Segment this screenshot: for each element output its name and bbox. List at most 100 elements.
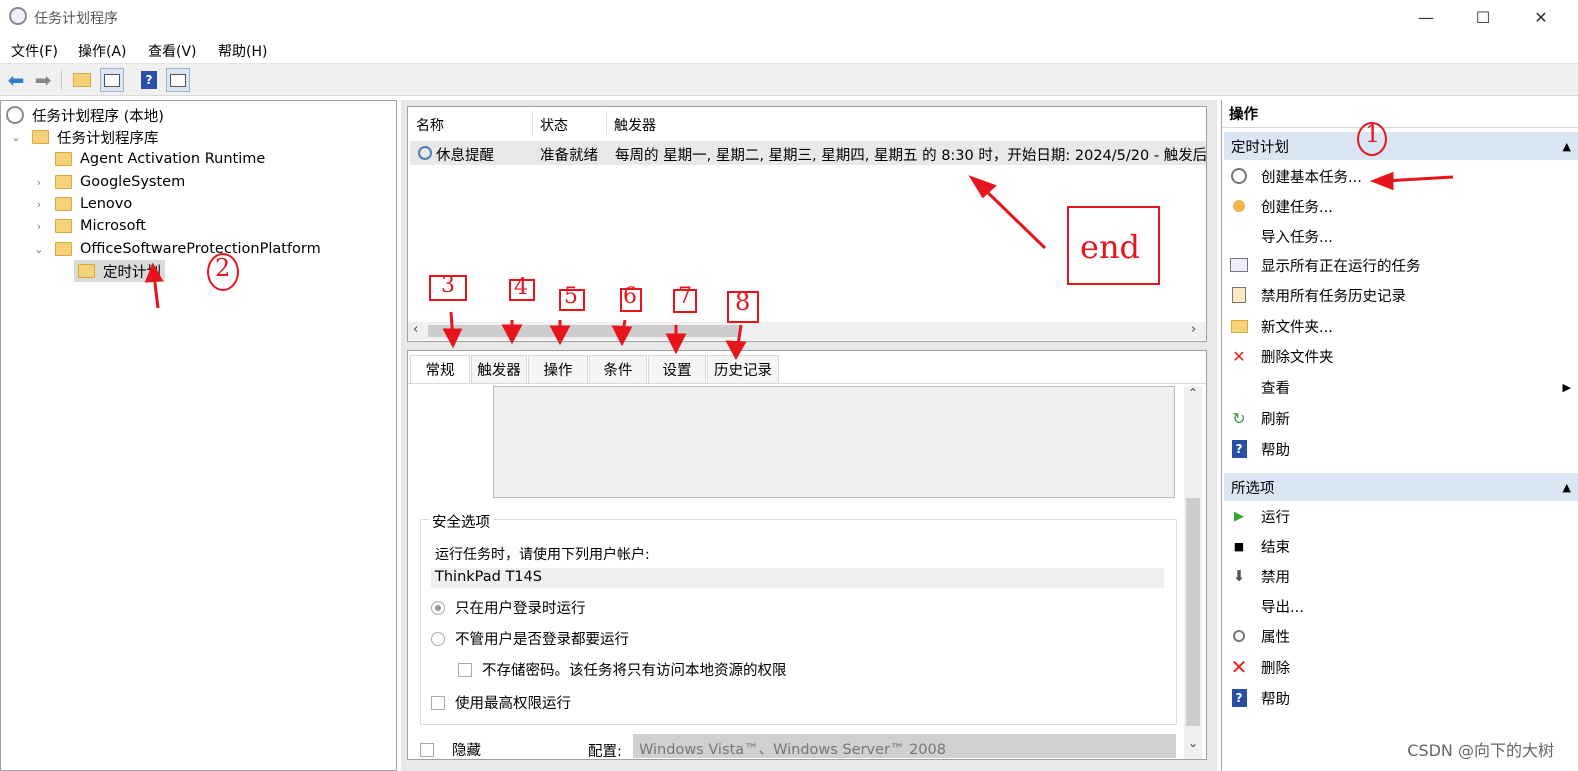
section-header-scheduled[interactable]: 定时计划 ▲ xyxy=(1224,132,1578,160)
section-header-selected[interactable]: 所选项 ▲ xyxy=(1224,473,1578,501)
folder-icon xyxy=(55,242,72,256)
menu-view[interactable]: 查看(V) xyxy=(148,41,197,61)
scroll-up-icon[interactable]: ⌃ xyxy=(1188,386,1198,400)
action-create-task[interactable]: 创建任务... xyxy=(1222,192,1577,220)
action-delete[interactable]: ✕ 删除 xyxy=(1222,653,1577,681)
tab-history[interactable]: 历史记录 xyxy=(707,355,779,383)
action-label: 禁用所有任务历史记录 xyxy=(1261,288,1406,305)
action-label: 导出... xyxy=(1261,599,1304,616)
action-show-running[interactable]: 显示所有正在运行的任务 xyxy=(1222,251,1577,279)
tab-general[interactable]: 常规 xyxy=(410,355,470,383)
tree-item-agent-activation-runtime[interactable]: Agent Activation Runtime xyxy=(55,148,265,170)
tab-conditions[interactable]: 条件 xyxy=(589,355,647,383)
tree-item-officesoftwareprotectionplatform[interactable]: ⌄ OfficeSoftwareProtectionPlatform xyxy=(33,238,320,260)
checkbox-label: 隐藏 xyxy=(452,743,481,759)
menu-help[interactable]: 帮助(H) xyxy=(218,41,267,61)
show-action-pane-icon[interactable] xyxy=(166,68,190,92)
action-end[interactable]: ■ 结束 xyxy=(1222,532,1577,560)
tree-item-googlesystem[interactable]: › GoogleSystem xyxy=(33,171,185,193)
action-label: 运行 xyxy=(1261,509,1290,526)
delete-icon: ✕ xyxy=(1232,346,1246,366)
collapse-icon[interactable]: ▲ xyxy=(1563,140,1571,153)
tree-library[interactable]: ⌄ 任务计划程序库 xyxy=(10,126,159,148)
tree-item-lenovo[interactable]: › Lenovo xyxy=(33,193,132,215)
radio-run-whether-logged[interactable]: 不管用户是否登录都要运行 xyxy=(431,628,629,649)
radio-button[interactable] xyxy=(431,631,445,646)
action-create-basic-task[interactable]: 创建基本任务... xyxy=(1222,162,1577,190)
chevron-down-icon[interactable]: ⌄ xyxy=(33,243,45,256)
forward-arrow-icon[interactable]: ➡ xyxy=(31,68,55,92)
tree-item-selected[interactable]: 定时计划 xyxy=(74,260,165,282)
create-basic-task-icon xyxy=(1229,167,1249,185)
action-properties[interactable]: 属性 xyxy=(1222,622,1577,650)
chevron-right-icon[interactable]: › xyxy=(33,176,45,189)
config-select[interactable]: Windows Vista™、Windows Server™ 2008 xyxy=(633,734,1176,758)
checkbox[interactable] xyxy=(420,742,434,757)
security-options-group: 安全选项 运行任务时，请使用下列用户帐户: ThinkPad T14S 只在用户… xyxy=(420,511,1177,725)
chevron-down-icon[interactable]: ⌄ xyxy=(10,131,22,144)
checkbox[interactable] xyxy=(431,695,445,710)
scroll-thumb[interactable] xyxy=(428,325,740,337)
running-tasks-icon xyxy=(1229,256,1249,274)
toolbar-separator xyxy=(61,70,62,90)
action-new-folder[interactable]: 新文件夹... xyxy=(1222,312,1577,340)
checkbox-hidden[interactable]: 隐藏 xyxy=(420,739,481,759)
action-label: 显示所有正在运行的任务 xyxy=(1261,258,1421,275)
scroll-thumb[interactable] xyxy=(1186,498,1200,726)
radio-button[interactable] xyxy=(431,600,445,615)
menu-action[interactable]: 操作(A) xyxy=(78,41,127,61)
action-run[interactable]: ▶ 运行 xyxy=(1222,502,1577,530)
checkbox-no-password[interactable]: 不存储密码。该任务将只有访问本地资源的权限 xyxy=(458,659,787,680)
checkbox-label: 使用最高权限运行 xyxy=(455,696,571,712)
clock-app-icon xyxy=(9,7,27,25)
show-hide-console-icon[interactable] xyxy=(100,68,124,92)
action-view[interactable]: 查看 ▶ xyxy=(1222,373,1577,401)
column-header-status[interactable]: 状态 xyxy=(540,115,568,135)
toolbar: ⬅ ➡ ? xyxy=(0,64,1578,96)
view-icon xyxy=(1229,378,1249,396)
column-header-trigger[interactable]: 触发器 xyxy=(614,115,656,135)
scroll-down-icon[interactable]: ⌄ xyxy=(1188,736,1198,750)
column-header-name[interactable]: 名称 xyxy=(416,115,444,135)
tab-actions[interactable]: 操作 xyxy=(528,355,588,383)
action-disable-history[interactable]: 禁用所有任务历史记录 xyxy=(1222,281,1577,309)
tab-settings[interactable]: 设置 xyxy=(648,355,706,383)
collapse-icon[interactable]: ▲ xyxy=(1563,481,1571,494)
back-arrow-icon[interactable]: ⬅ xyxy=(4,68,28,92)
action-import-task[interactable]: 导入任务... xyxy=(1222,222,1577,250)
up-folder-icon[interactable] xyxy=(70,68,94,92)
action-help[interactable]: ? 帮助 xyxy=(1222,435,1577,463)
action-disable[interactable]: ⬇ 禁用 xyxy=(1222,562,1577,590)
chevron-right-icon[interactable]: › xyxy=(33,198,45,211)
action-label: 删除文件夹 xyxy=(1261,349,1334,366)
maximize-button[interactable]: ☐ xyxy=(1460,0,1506,34)
help-icon[interactable]: ? xyxy=(137,68,161,92)
horizontal-scrollbar[interactable]: ‹ › xyxy=(408,322,1206,340)
action-help-selected[interactable]: ? 帮助 xyxy=(1222,684,1577,712)
create-task-icon xyxy=(1229,197,1249,215)
radio-run-logged-on[interactable]: 只在用户登录时运行 xyxy=(431,597,586,618)
action-delete-folder[interactable]: ✕ 删除文件夹 xyxy=(1222,342,1577,370)
vertical-scrollbar[interactable]: ⌃ ⌄ xyxy=(1184,386,1202,759)
action-export[interactable]: 导出... xyxy=(1222,592,1577,620)
checkbox[interactable] xyxy=(458,662,472,677)
action-refresh[interactable]: ↻ 刷新 xyxy=(1222,404,1577,432)
scroll-right-icon[interactable]: › xyxy=(1191,322,1196,337)
menu-file[interactable]: 文件(F) xyxy=(11,41,58,61)
chevron-right-icon[interactable]: › xyxy=(33,220,45,233)
disable-arrow-icon: ⬇ xyxy=(1232,567,1246,585)
tree-root[interactable]: 任务计划程序 (本地) xyxy=(6,104,164,126)
minimize-button[interactable]: — xyxy=(1403,0,1449,34)
tree-item-microsoft[interactable]: › Microsoft xyxy=(33,215,146,237)
checkbox-highest-privileges[interactable]: 使用最高权限运行 xyxy=(431,692,571,713)
section-title: 所选项 xyxy=(1231,480,1275,497)
action-label: 查看 xyxy=(1261,380,1290,397)
tab-triggers[interactable]: 触发器 xyxy=(471,355,527,383)
scroll-left-icon[interactable]: ‹ xyxy=(413,322,418,337)
delete-icon: ✕ xyxy=(1230,655,1248,679)
title-bar: 任务计划程序 — ☐ ✕ xyxy=(0,0,1578,34)
tree-library-label: 任务计划程序库 xyxy=(57,130,159,147)
table-row[interactable]: 休息提醒 准备就绪 每周的 星期一, 星期二, 星期三, 星期四, 星期五 的 … xyxy=(410,141,1206,165)
close-button[interactable]: ✕ xyxy=(1518,0,1564,34)
description-textbox[interactable] xyxy=(493,386,1175,498)
